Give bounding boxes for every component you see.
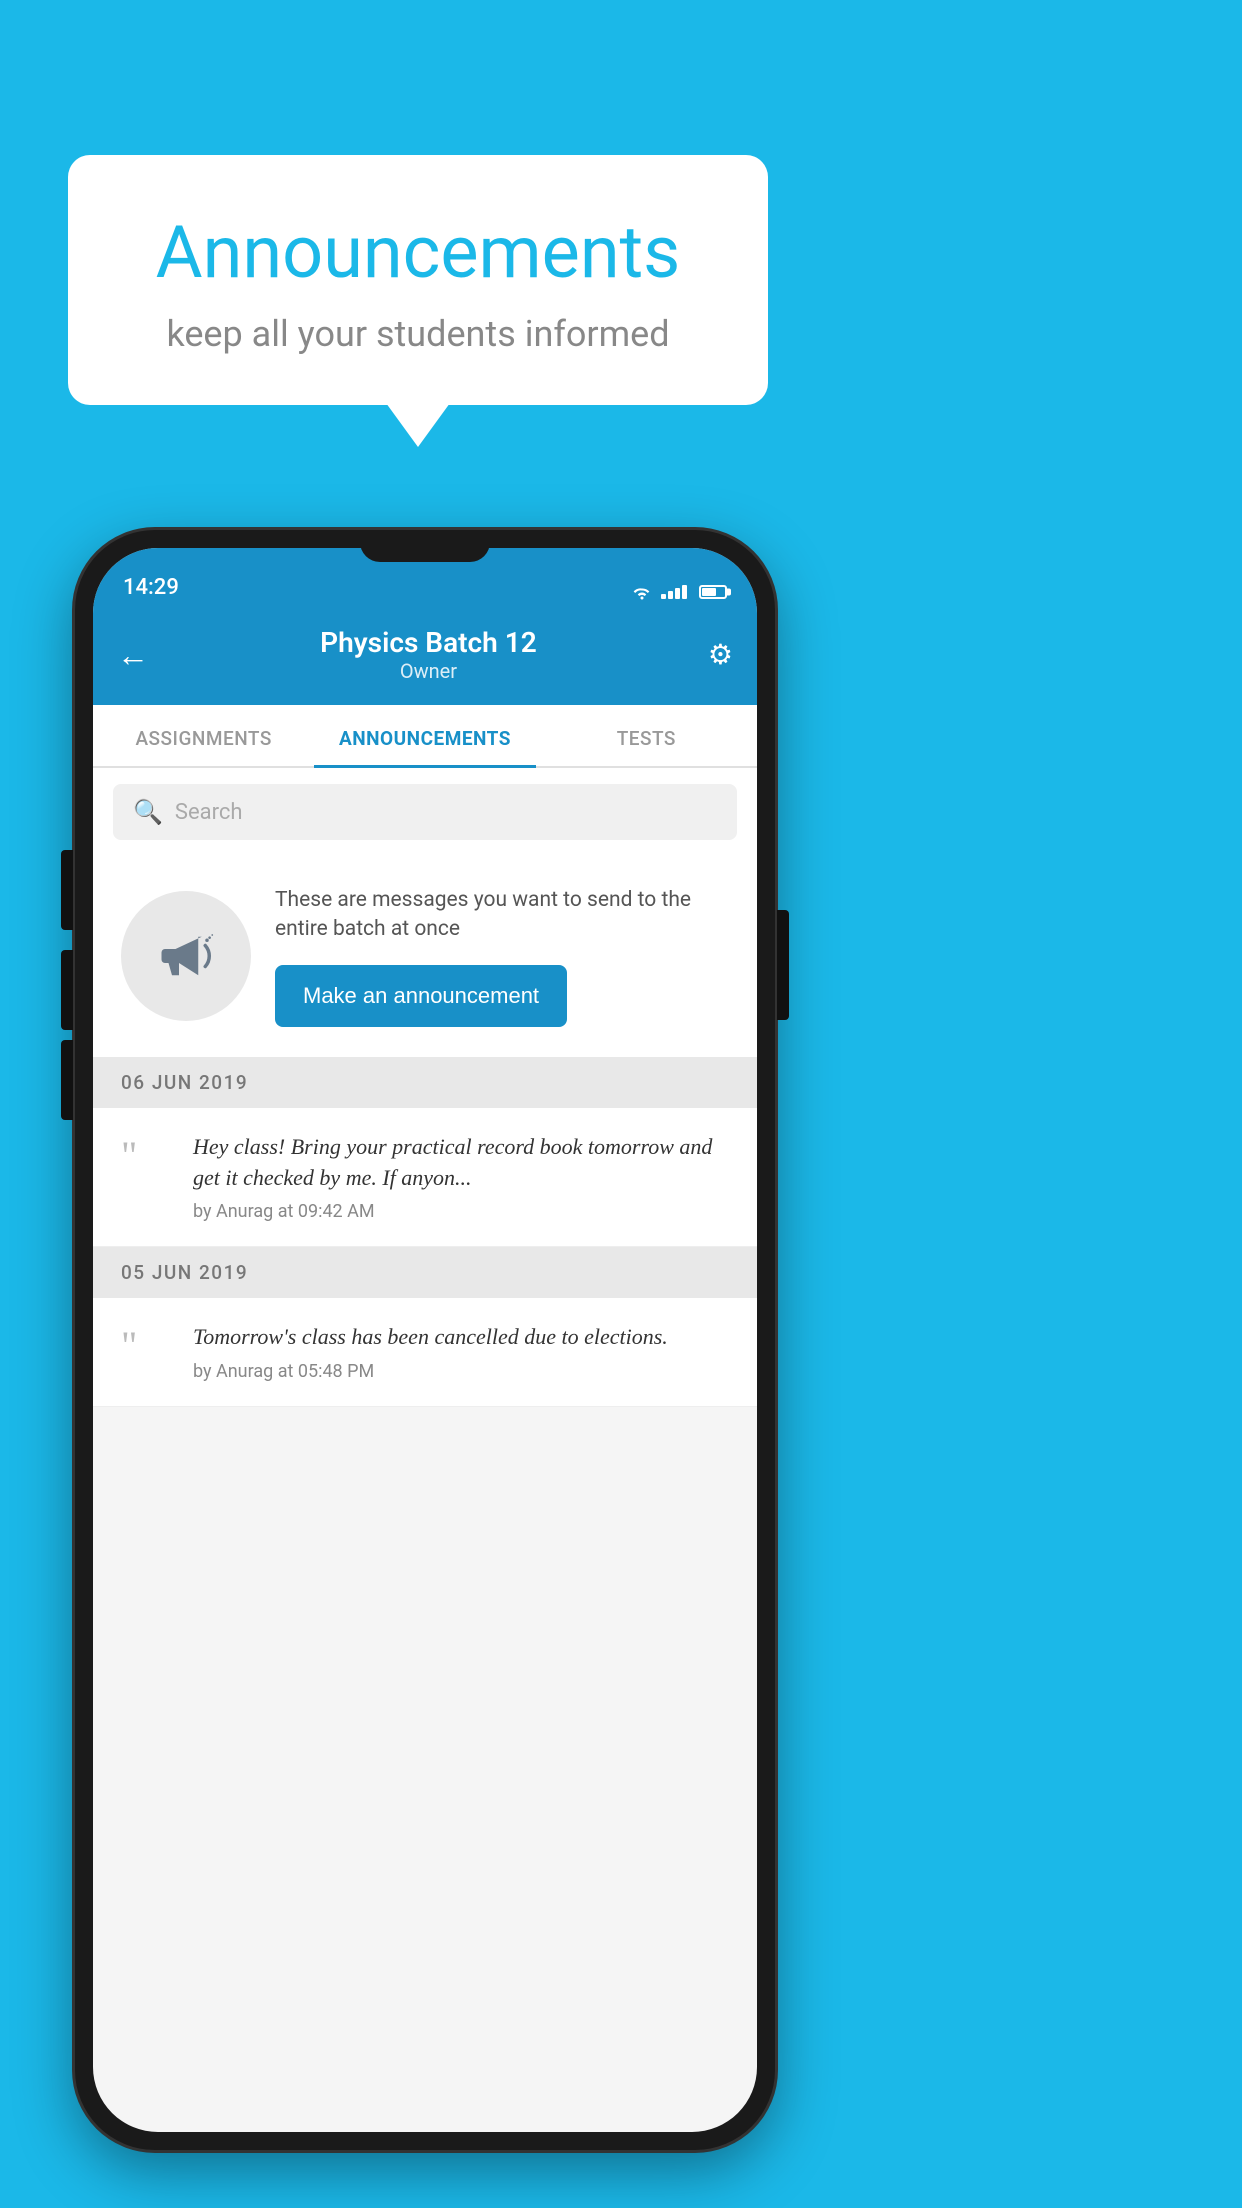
phone-screen: 14:29 bbox=[93, 548, 757, 2132]
date-separator-2: 05 JUN 2019 bbox=[93, 1247, 757, 1298]
phone-mockup: 14:29 bbox=[75, 530, 775, 2150]
app-header: ← Physics Batch 12 Owner ⚙ bbox=[93, 608, 757, 705]
make-announcement-button[interactable]: Make an announcement bbox=[275, 965, 567, 1027]
search-bar[interactable]: 🔍 Search bbox=[113, 784, 737, 840]
tab-announcements[interactable]: ANNOUNCEMENTS bbox=[314, 705, 535, 766]
status-icons bbox=[631, 584, 727, 600]
announcement-text-2: Tomorrow's class has been cancelled due … bbox=[193, 1322, 729, 1353]
announcement-item-1[interactable]: " Hey class! Bring your practical record… bbox=[93, 1108, 757, 1248]
batch-role: Owner bbox=[320, 659, 537, 683]
bubble-subtitle: keep all your students informed bbox=[128, 313, 708, 355]
batch-title: Physics Batch 12 bbox=[320, 626, 537, 659]
announcement-content-2: Tomorrow's class has been cancelled due … bbox=[193, 1322, 729, 1382]
announcement-meta-2: by Anurag at 05:48 PM bbox=[193, 1361, 729, 1382]
settings-icon[interactable]: ⚙ bbox=[708, 638, 733, 671]
quote-icon-container-1: " bbox=[121, 1132, 171, 1176]
search-icon: 🔍 bbox=[133, 798, 163, 826]
tab-tests[interactable]: TESTS bbox=[536, 705, 757, 766]
promo-card: These are messages you want to send to t… bbox=[93, 856, 757, 1057]
promo-right: These are messages you want to send to t… bbox=[275, 886, 729, 1027]
date-label-2: 05 JUN 2019 bbox=[121, 1261, 248, 1284]
date-separator-1: 06 JUN 2019 bbox=[93, 1057, 757, 1108]
header-title-area: Physics Batch 12 Owner bbox=[320, 626, 537, 683]
megaphone-circle bbox=[121, 891, 251, 1021]
announcement-meta-1: by Anurag at 09:42 AM bbox=[193, 1201, 729, 1222]
status-time: 14:29 bbox=[123, 575, 179, 600]
speech-bubble-section: Announcements keep all your students inf… bbox=[68, 155, 768, 405]
search-placeholder: Search bbox=[175, 800, 243, 825]
bubble-title: Announcements bbox=[128, 210, 708, 295]
announcement-content-1: Hey class! Bring your practical record b… bbox=[193, 1132, 729, 1223]
search-container: 🔍 Search bbox=[93, 768, 757, 856]
megaphone-icon bbox=[151, 921, 221, 991]
wifi-icon bbox=[631, 584, 653, 600]
quote-icon-1: " bbox=[121, 1133, 137, 1178]
promo-description: These are messages you want to send to t… bbox=[275, 886, 729, 945]
tab-assignments[interactable]: ASSIGNMENTS bbox=[93, 705, 314, 766]
announcement-text-1: Hey class! Bring your practical record b… bbox=[193, 1132, 729, 1194]
signal-bars-icon bbox=[661, 585, 687, 599]
quote-icon-container-2: " bbox=[121, 1322, 171, 1366]
quote-icon-2: " bbox=[121, 1323, 137, 1368]
back-button[interactable]: ← bbox=[117, 636, 149, 674]
tabs-bar: ASSIGNMENTS ANNOUNCEMENTS TESTS bbox=[93, 705, 757, 768]
speech-bubble: Announcements keep all your students inf… bbox=[68, 155, 768, 405]
phone-outer: 14:29 bbox=[75, 530, 775, 2150]
date-label-1: 06 JUN 2019 bbox=[121, 1071, 248, 1094]
battery-icon bbox=[699, 585, 727, 599]
announcement-item-2[interactable]: " Tomorrow's class has been cancelled du… bbox=[93, 1298, 757, 1407]
phone-notch bbox=[360, 530, 490, 562]
